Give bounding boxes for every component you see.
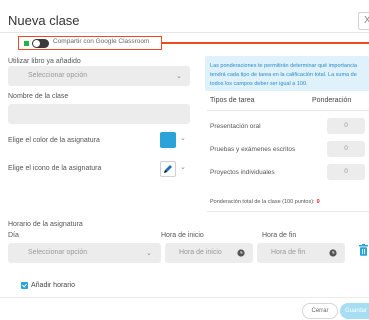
google-classroom-toggle[interactable] [32,39,49,48]
day-select-value: Seleccionar opción [28,249,88,256]
clock-icon [237,249,245,257]
end-time-label: Hora de fin [262,232,297,239]
task-label: Pruebas y exámenes escritos [210,146,296,153]
total-weight-label: Ponderación total de la clase (100 punto… [210,199,315,205]
start-time-value: Hora de inicio [179,249,222,256]
start-time-input[interactable]: Hora de inicio [165,243,253,263]
book-select[interactable]: Seleccionar opción ⌄ [8,66,190,86]
google-classroom-row: Compartir con Google Classroom [18,36,162,50]
total-weight: Ponderación total de la clase (100 punto… [210,199,320,205]
google-classroom-label: Compartir con Google Classroom [53,38,150,45]
weights-info: Las ponderaciones te permitirán determin… [205,56,369,91]
tasks-column-header: Tipos de tarea [210,97,255,104]
chevron-down-icon[interactable]: ⌄ [180,163,186,171]
trash-icon[interactable] [358,244,369,256]
icon-label: Elige el icono de la asignatura [8,165,102,172]
weights-divider [207,110,369,111]
weight-column-header: Ponderación [312,97,352,104]
header-divider [0,32,369,33]
start-time-label: Hora de inicio [161,232,204,239]
chevron-down-icon: ⌄ [176,73,182,80]
task-label: Presentación oral [210,123,261,130]
pencil-icon [164,165,172,173]
icon-picker[interactable] [160,161,176,177]
footer-divider [0,297,369,298]
weight-input[interactable]: 0 [327,118,365,134]
book-select-value: Seleccionar opción [28,72,88,79]
day-label: Día [8,232,19,239]
color-label: Elige el color de la asignatura [8,137,100,144]
save-button[interactable]: Guardar [340,303,369,319]
total-weight-value: 0 [316,199,320,205]
cancel-button[interactable]: Cerrar [302,303,338,319]
chevron-down-icon[interactable]: ⌄ [180,134,186,142]
schedule-title: Horario de la asignatura [8,221,83,228]
check-square-icon [24,41,29,46]
weight-input[interactable]: 0 [327,164,365,180]
add-schedule-label[interactable]: Añadir horario [31,282,75,289]
clock-icon [329,249,337,257]
weights-divider [207,211,369,212]
day-select[interactable]: Seleccionar opción ⌄ [8,243,161,263]
modal-title: Nueva clase [8,13,80,28]
end-time-input[interactable]: Hora de fin [257,243,345,263]
close-button[interactable]: X [358,12,369,30]
task-label: Proyectos individuales [210,169,275,176]
weight-input[interactable]: 0 [327,141,365,157]
highlight-line [162,42,369,44]
chevron-down-icon: ⌄ [146,250,152,257]
book-label: Utilizar libro ya añadido [8,58,81,65]
class-name-input[interactable] [8,104,190,124]
add-schedule-checkbox[interactable] [21,282,28,289]
color-swatch[interactable] [160,132,176,148]
end-time-value: Hora de fin [271,249,306,256]
class-name-label: Nombre de la clase [8,93,69,100]
